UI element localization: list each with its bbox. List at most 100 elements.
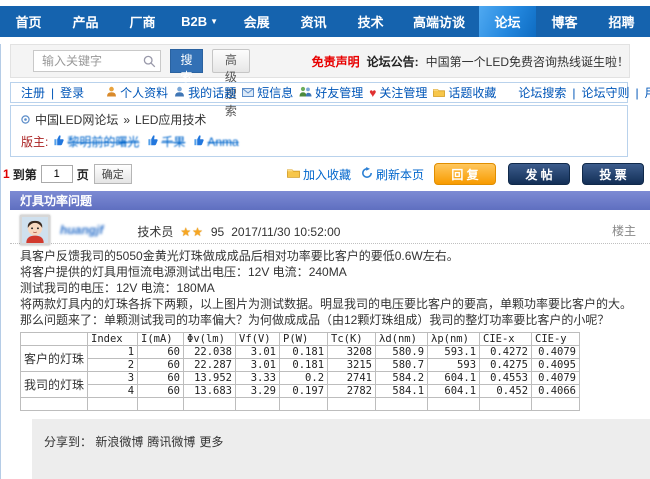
table-cell: 3.33	[236, 372, 280, 385]
breadcrumb-category[interactable]: LED应用技术	[135, 111, 206, 128]
table-cell: 604.1	[428, 372, 480, 385]
moderator-link-3[interactable]: Anma	[207, 135, 238, 149]
author-username[interactable]: huangjf	[60, 223, 103, 237]
nav-item-6[interactable]: 资讯	[285, 6, 342, 37]
share-link-3[interactable]: 更多	[199, 435, 223, 449]
table-row: 26022.2873.010.1813215580.75930.42750.40…	[21, 359, 580, 372]
new-post-button[interactable]: 发 帖	[508, 163, 570, 185]
nav-item-2[interactable]: 产品	[57, 6, 114, 37]
nav-item-8[interactable]: 高端访谈	[399, 6, 479, 37]
nav-item-4[interactable]: B2B▼	[171, 6, 228, 37]
table-cell	[480, 398, 532, 411]
goto-prefix-label: 到第	[13, 166, 37, 183]
table-cell: 60	[138, 385, 184, 398]
share-links: 新浪微博腾讯微博更多	[95, 435, 227, 449]
refresh-page-link[interactable]: 刷新本页	[361, 166, 424, 183]
table-cell: 0.452	[480, 385, 532, 398]
login-link[interactable]: 登录	[60, 84, 84, 101]
table-header-7: λd(nm)	[376, 333, 428, 346]
moderators-label: 版主:	[21, 133, 48, 150]
refresh-icon	[361, 167, 373, 182]
table-row: 46013.6833.290.1972782584.1604.10.4520.4…	[21, 385, 580, 398]
top-nav: 首页产品厂商B2B▼会展资讯技术高端访谈论坛博客招聘	[0, 6, 650, 37]
register-link[interactable]: 注册	[21, 84, 45, 101]
share-label: 分享到：	[44, 435, 92, 449]
people-icon	[299, 86, 312, 100]
forum-rules-link[interactable]: 论坛守则	[582, 84, 630, 101]
table-cell: 0.181	[280, 359, 328, 372]
forum-page: 首页产品厂商B2B▼会展资讯技术高端访谈论坛博客招聘 搜索 高级搜索 免责声明 …	[0, 6, 650, 479]
table-cell: 0.4066	[532, 385, 580, 398]
page-number-link[interactable]: 1	[3, 167, 10, 181]
follow-management-link[interactable]: ♥ 关注管理	[369, 84, 427, 101]
table-cell: 2741	[328, 372, 376, 385]
topic-favorites-link[interactable]: 话题收藏	[433, 84, 496, 101]
search-input[interactable]	[33, 50, 161, 72]
nav-item-3[interactable]: 厂商	[114, 6, 171, 37]
post-time: 2017/11/30 10:52:00	[231, 225, 340, 239]
avatar	[20, 215, 50, 245]
table-header-2: I(mA)	[138, 333, 184, 346]
table-cell	[532, 398, 580, 411]
refresh-page-label: 刷新本页	[376, 166, 424, 183]
table-cell: 22.287	[184, 359, 236, 372]
table-cell: 60	[138, 372, 184, 385]
friend-management-link[interactable]: 好友管理	[299, 84, 363, 101]
table-cell	[21, 398, 88, 411]
envelope-icon	[242, 86, 254, 100]
table-cell: 0.4079	[532, 346, 580, 359]
table-cell	[184, 398, 236, 411]
breadcrumb-forum-root[interactable]: 中国LED网论坛	[35, 111, 118, 128]
person-topic-icon	[174, 86, 185, 100]
table-cell: 0.4079	[532, 372, 580, 385]
nav-item-5[interactable]: 会展	[228, 6, 285, 37]
disclaimer-link[interactable]: 免责声明	[312, 53, 360, 70]
table-cell: 580.7	[376, 359, 428, 372]
moderator-item: 千果	[148, 133, 185, 150]
table-cell: 3.01	[236, 359, 280, 372]
table-cell: 2	[88, 359, 138, 372]
forum-search-link[interactable]: 论坛搜索	[518, 84, 566, 101]
table-cell	[428, 398, 480, 411]
my-topics-link[interactable]: 我的话题	[174, 84, 236, 101]
table-cell	[376, 398, 428, 411]
nav-item-9[interactable]: 论坛	[479, 6, 536, 37]
add-favorite-label: 加入收藏	[303, 166, 351, 183]
bullet-icon	[21, 113, 30, 127]
user-toolbar: 注册 | 登录 个人资料 我的话题 短信息 好友管理 ♥ 关注管理	[10, 82, 628, 103]
breadcrumb: 中国LED网论坛 » LED应用技术	[21, 111, 617, 128]
advanced-search-button[interactable]: 高级搜索	[212, 49, 250, 73]
nav-item-1[interactable]: 首页	[0, 6, 57, 37]
table-header-4: Vf(V)	[236, 333, 280, 346]
table-header-3: Φv(lm)	[184, 333, 236, 346]
share-link-2[interactable]: 腾讯微博	[147, 435, 195, 449]
moderator-link-1[interactable]: 黎明前的曙光	[67, 133, 139, 150]
table-cell: 0.4275	[480, 359, 532, 372]
post-paragraph-4: 将两款灯具内的灯珠各拆下两颗，以上图片为测试数据。明显我司的电压要比客户的要高，…	[20, 296, 640, 328]
table-cell: 3215	[328, 359, 376, 372]
table-cell	[328, 398, 376, 411]
nav-item-11[interactable]: 招聘	[593, 6, 650, 37]
thread-title: 灯具功率问题	[20, 192, 92, 209]
row-group-label: 我司的灯珠	[21, 372, 88, 398]
share-link-1[interactable]: 新浪微博	[95, 435, 143, 449]
goto-confirm-button[interactable]: 确定	[94, 164, 132, 184]
table-cell	[236, 398, 280, 411]
nav-item-7[interactable]: 技术	[342, 6, 399, 37]
vote-button[interactable]: 投 票	[582, 163, 644, 185]
table-cell: 0.2	[280, 372, 328, 385]
goto-page-input[interactable]	[41, 165, 73, 183]
share-bar: 分享到： 新浪微博腾讯微博更多	[32, 419, 650, 479]
nav-item-10[interactable]: 博客	[536, 6, 593, 37]
user-rights-link[interactable]: 用户权限	[645, 84, 650, 101]
profile-link[interactable]: 个人资料	[106, 84, 168, 101]
add-favorite-link[interactable]: 加入收藏	[287, 166, 351, 183]
reply-button[interactable]: 回 复	[434, 163, 496, 185]
table-cell: 593	[428, 359, 480, 372]
messages-link[interactable]: 短信息	[242, 84, 293, 101]
author-points: 95	[211, 225, 224, 239]
table-cell: 584.1	[376, 385, 428, 398]
search-button[interactable]: 搜索	[170, 49, 203, 73]
table-cell: 0.181	[280, 346, 328, 359]
moderator-link-2[interactable]: 千果	[161, 133, 185, 150]
